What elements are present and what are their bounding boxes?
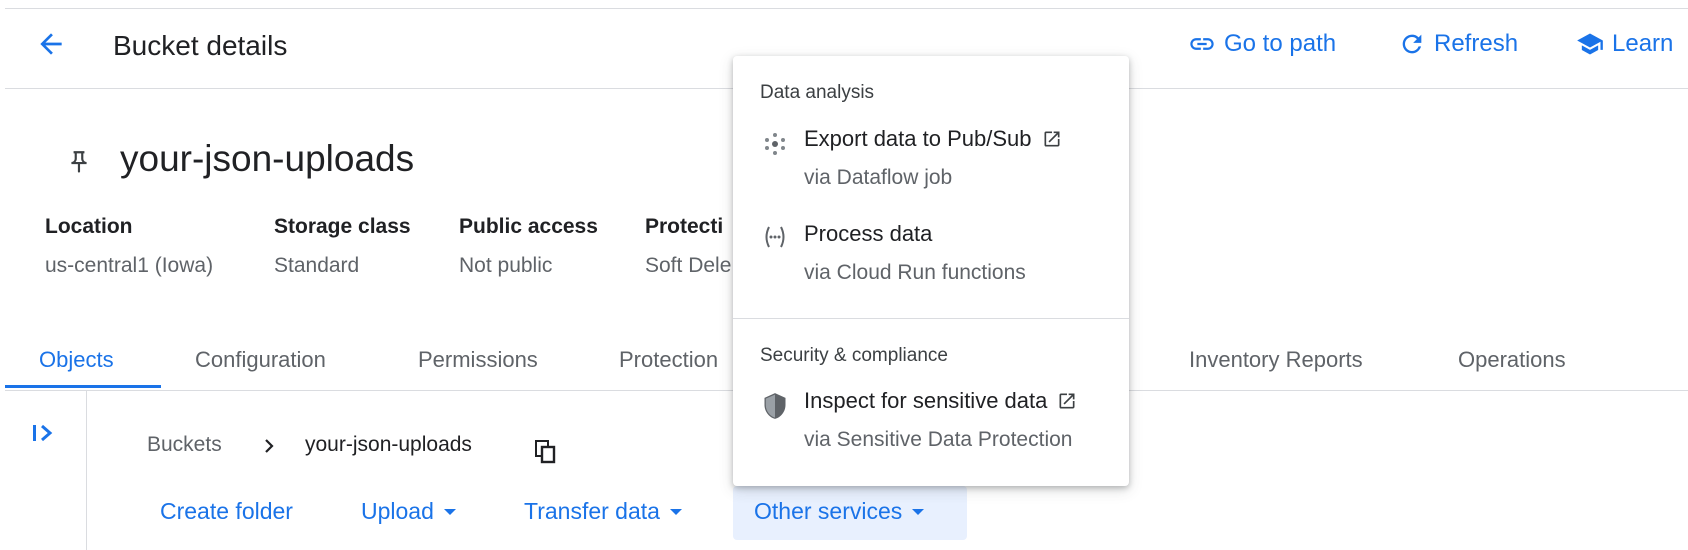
other-services-menu: Data analysis Export data to Pub/Sub via… [733, 56, 1129, 486]
menu-divider [733, 318, 1129, 319]
breadcrumb-current: your-json-uploads [305, 433, 472, 456]
caret-down-icon [443, 508, 456, 515]
pin-icon[interactable] [66, 148, 92, 176]
menu-section-security: Security & compliance [760, 345, 948, 366]
export-pubsub-sub: via Dataflow job [804, 166, 953, 189]
export-pubsub-label: Export data to Pub/Sub [804, 126, 1032, 151]
bucket-name: your-json-uploads [120, 138, 415, 179]
external-link-icon [1059, 393, 1075, 409]
active-tab-indicator [5, 385, 161, 388]
link-icon [1190, 38, 1214, 50]
storage-class-label: Storage class [274, 215, 411, 238]
breadcrumb-buckets[interactable]: Buckets [147, 433, 222, 457]
refresh-label: Refresh [1434, 30, 1519, 57]
learn-button[interactable]: Learn [1576, 30, 1673, 58]
chevron-right-icon [265, 439, 274, 453]
menu-item-inspect-sensitive[interactable]: Inspect for sensitive data via Sensitive… [733, 378, 1129, 458]
shield-icon [764, 393, 786, 419]
go-to-path-button[interactable]: Go to path [1188, 30, 1336, 58]
menu-section-data-analysis: Data analysis [760, 82, 875, 103]
functions-icon [765, 226, 785, 248]
pubsub-icon [765, 133, 785, 155]
process-data-label: Process data [804, 221, 933, 246]
create-folder-button[interactable]: Create folder [160, 498, 293, 525]
transfer-data-button[interactable]: Transfer data [524, 498, 682, 525]
refresh-button[interactable]: Refresh [1398, 30, 1518, 58]
inspect-sensitive-sub: via Sensitive Data Protection [804, 428, 1073, 451]
public-access-value: Not public [459, 254, 553, 277]
tab-configuration[interactable]: Configuration [195, 347, 326, 373]
tab-inventory-reports[interactable]: Inventory Reports [1189, 347, 1363, 373]
learn-label: Learn [1612, 30, 1674, 57]
copy-icon[interactable] [535, 440, 557, 464]
menu-item-export-pubsub[interactable]: Export data to Pub/Sub via Dataflow job [733, 116, 1129, 196]
tab-permissions[interactable]: Permissions [418, 347, 538, 373]
back-arrow-icon[interactable] [35, 28, 67, 60]
go-to-path-label: Go to path [1224, 30, 1337, 57]
transfer-data-label: Transfer data [524, 498, 660, 524]
tab-objects[interactable]: Objects [39, 347, 114, 373]
menu-item-process-data[interactable]: Process data via Cloud Run functions [733, 211, 1129, 291]
tab-protection[interactable]: Protection [619, 347, 718, 373]
school-icon [1577, 33, 1603, 55]
location-value: us-central1 (Iowa) [45, 254, 214, 277]
caret-down-icon [669, 508, 682, 515]
refresh-icon [1402, 34, 1422, 54]
create-folder-label: Create folder [160, 498, 293, 524]
expand-panel-icon[interactable] [30, 420, 58, 446]
upload-label: Upload [361, 498, 434, 524]
storage-class-value: Standard [274, 254, 360, 277]
external-link-icon [1044, 131, 1059, 147]
upload-button[interactable]: Upload [361, 498, 456, 525]
protection-label: Protecti [645, 215, 724, 238]
public-access-label: Public access [459, 215, 598, 238]
page-title: Bucket details [113, 30, 288, 61]
tab-operations[interactable]: Operations [1458, 347, 1566, 373]
process-data-sub: via Cloud Run functions [804, 261, 1026, 284]
inspect-sensitive-label: Inspect for sensitive data [804, 388, 1048, 413]
location-label: Location [45, 215, 133, 238]
other-services-label: Other services [754, 498, 903, 524]
caret-down-icon [912, 508, 925, 515]
protection-value: Soft Dele [645, 254, 732, 277]
other-services-button[interactable]: Other services [754, 498, 925, 525]
